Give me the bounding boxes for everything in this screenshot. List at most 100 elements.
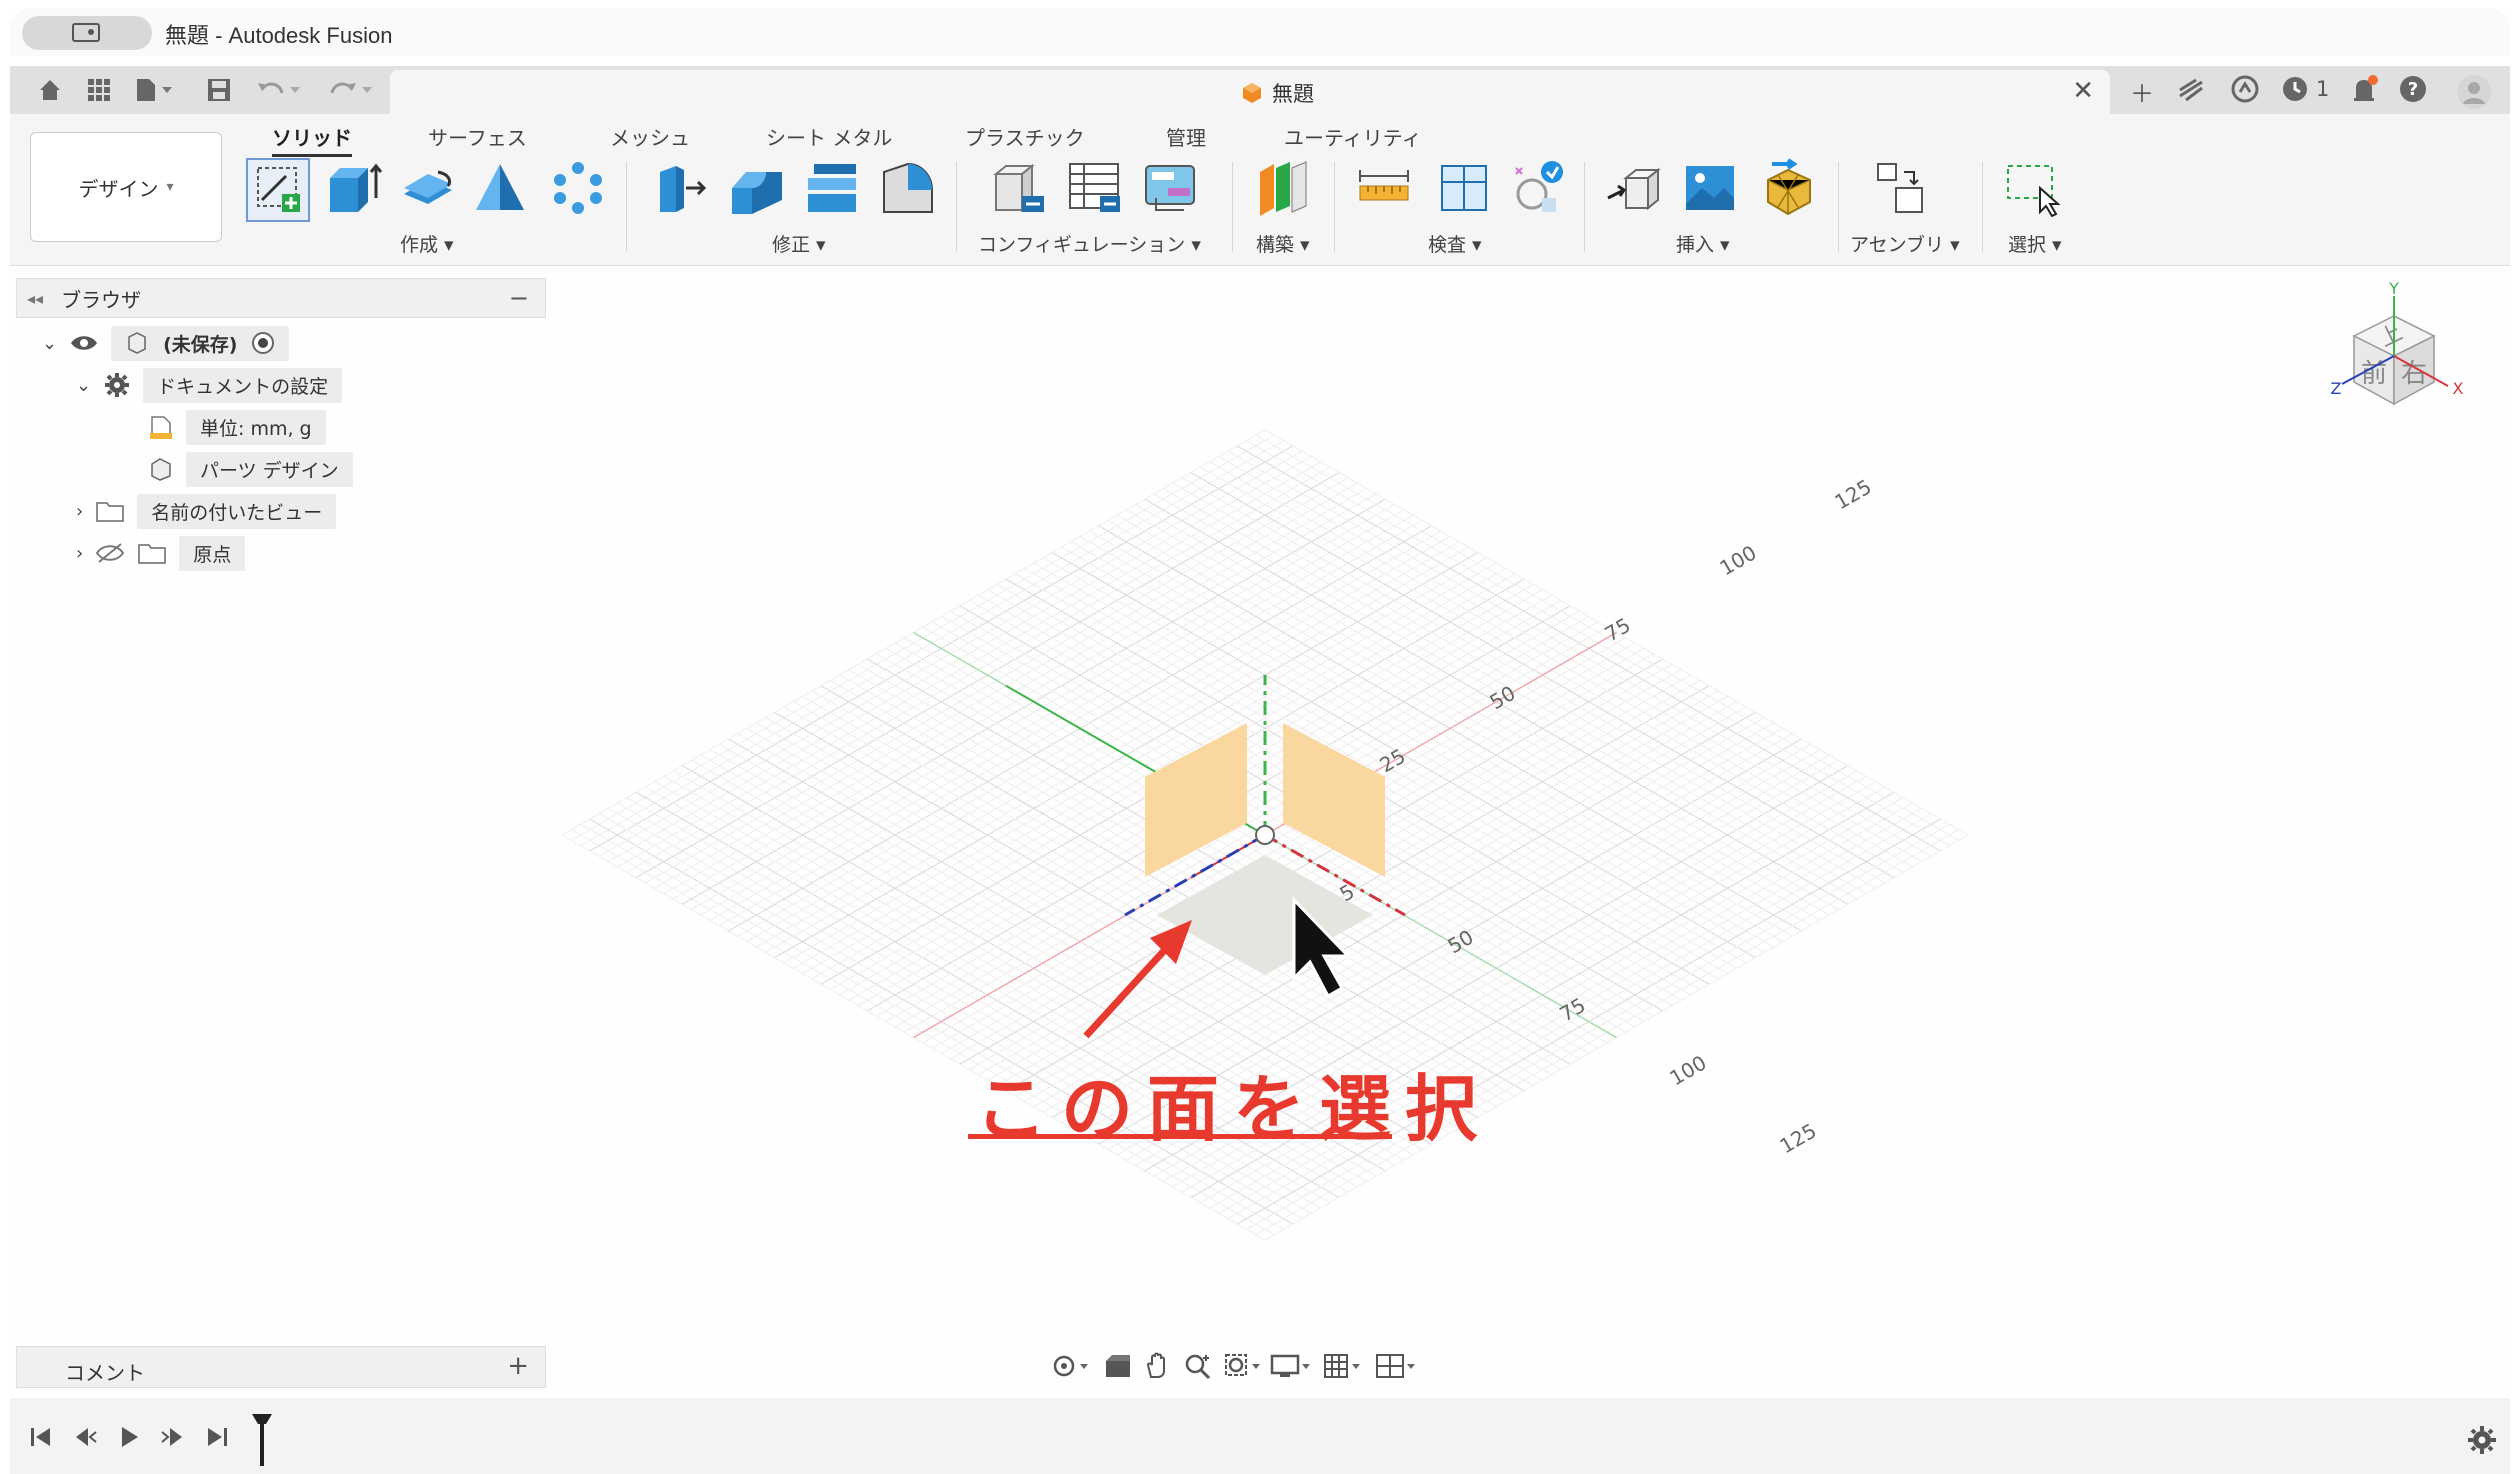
display-settings-icon[interactable] [1270,1351,1314,1381]
section-analysis-icon[interactable] [1434,158,1498,222]
inspect-group-dropdown[interactable]: 検査 ▾ [1428,230,1482,257]
loft-icon[interactable] [470,158,534,222]
ground-grid: 25507510012555075100125 [561,429,1969,1241]
insert-derive-icon[interactable] [1604,158,1668,222]
minimize-panel-icon[interactable]: − [509,284,529,312]
zoom-icon[interactable] [1182,1351,1214,1381]
tab-sheet-metal[interactable]: シート メタル [766,122,892,151]
press-pull-icon[interactable] [650,158,714,222]
orbit-icon[interactable] [1050,1351,1094,1381]
tab-manage[interactable]: 管理 [1166,122,1206,151]
browser-origin-node[interactable]: › 原点 [76,535,246,571]
tab-mesh[interactable]: メッシュ [610,122,690,151]
origin-point[interactable] [1255,825,1275,845]
measure-icon[interactable] [1354,158,1418,222]
insert-canvas-icon[interactable] [1680,158,1744,222]
comments-panel[interactable]: コメント + [16,1346,546,1388]
document-tab[interactable]: 無題 ✕ [390,70,2110,114]
hidden-eye-icon[interactable] [95,542,125,564]
root-component-node[interactable]: (未保存) [111,325,290,361]
new-component-icon[interactable] [1870,158,1934,222]
extensions-icon[interactable] [2176,74,2206,110]
select-icon[interactable] [2002,158,2066,222]
view-cube-right-label: 右 [2401,359,2427,389]
insert-group-dropdown[interactable]: 挿入 ▾ [1676,230,1730,257]
select-group-dropdown[interactable]: 選択 ▾ [2008,230,2062,257]
browser-design-type-node[interactable]: パーツ デザイン [148,451,353,487]
part-design-icon [151,458,171,481]
configuration-table-icon[interactable] [1064,158,1128,222]
extrude-icon[interactable] [322,158,386,222]
axis-y-label: Y [2388,282,2399,298]
tab-utilities[interactable]: ユーティリティ [1284,122,1422,151]
user-avatar[interactable] [2456,74,2492,116]
shell-icon[interactable] [802,158,866,222]
timeline-marker-icon[interactable] [250,1412,274,1472]
configuration-group-dropdown[interactable]: コンフィギュレーション ▾ [978,230,1201,257]
tab-plastic[interactable]: プラスチック [965,122,1085,151]
step-back-icon[interactable] [72,1424,98,1456]
offset-plane-icon[interactable] [1254,158,1318,222]
construct-group-dropdown[interactable]: 構築 ▾ [1256,230,1310,257]
home-icon[interactable] [36,76,64,104]
timeline-settings-gear-icon[interactable] [2466,1424,2498,1462]
go-to-end-icon[interactable] [204,1424,230,1456]
online-status-icon[interactable] [2230,74,2260,110]
canvas-viewport[interactable]: 25 50 75 100 125 5 50 75 100 125 [10,266,2510,1396]
tab-solid[interactable]: ソリッド [272,122,352,157]
browser-title: ブラウザ [61,287,142,312]
help-icon[interactable]: ? [2398,74,2428,110]
fillet-icon[interactable] [726,158,790,222]
undo-icon[interactable] [254,76,306,104]
chevron-down-icon[interactable]: ⌄ [42,333,57,354]
component-icon [128,332,146,354]
revolve-icon[interactable] [398,158,462,222]
view-cube[interactable]: 上 前 右 Y X Z [2330,279,2480,432]
configuration-rule-icon[interactable] [1140,158,1204,222]
close-tab-icon[interactable]: ✕ [2072,76,2094,106]
go-to-start-icon[interactable] [28,1424,54,1456]
interference-icon[interactable] [1506,158,1570,222]
add-comment-icon[interactable]: + [507,1351,529,1381]
browser-root-node[interactable]: ⌄ (未保存) [42,325,290,361]
data-panel-grid-icon[interactable] [86,76,112,104]
file-menu-icon[interactable] [134,76,178,104]
create-sketch-icon[interactable] [246,158,310,222]
look-at-icon[interactable] [1102,1351,1134,1381]
new-tab-icon[interactable]: ＋ [2130,74,2154,109]
ribbon-separator [1584,162,1585,252]
fit-icon[interactable] [1222,1351,1262,1381]
collapse-panel-icon[interactable]: ◂◂ [27,289,43,308]
y-axis-scale-label: 125 [1831,474,1876,514]
pattern-icon[interactable] [548,158,612,222]
activate-radio-icon[interactable] [251,331,275,355]
pan-hand-icon[interactable] [1142,1351,1174,1381]
save-icon[interactable] [206,76,232,104]
browser-units-node[interactable]: 単位: mm, g [148,409,326,445]
viewports-icon[interactable] [1374,1351,1418,1381]
visibility-eye-icon[interactable] [69,332,99,354]
grid-settings-icon[interactable] [1322,1351,1366,1381]
inspect-group-label: 検査 [1428,234,1467,256]
create-group-dropdown[interactable]: 作成 ▾ [400,230,454,257]
combine-icon[interactable] [878,158,942,222]
browser-named-views-node[interactable]: › 名前の付いたビュー [76,493,337,529]
window-switch-button[interactable] [22,16,152,50]
insert-mesh-icon[interactable] [1758,158,1822,222]
chevron-right-icon[interactable]: › [76,501,83,522]
modify-group-dropdown[interactable]: 修正 ▾ [772,230,826,257]
browser-panel-header[interactable]: ◂◂ ブラウザ − [16,278,546,318]
chevron-right-icon[interactable]: › [76,543,83,564]
step-forward-icon[interactable] [160,1424,186,1456]
gear-icon [105,373,130,397]
browser-doc-settings-node[interactable]: ⌄ ドキュメントの設定 [76,367,343,403]
assembly-group-dropdown[interactable]: アセンブリ ▾ [1850,230,1960,257]
notification-bell-icon[interactable] [2348,74,2380,112]
redo-icon[interactable] [326,76,378,104]
chevron-down-icon[interactable]: ⌄ [76,375,91,396]
job-status-button[interactable]: 1 [2280,74,2329,104]
workspace-dropdown[interactable]: デザイン ▾ [30,132,222,242]
play-icon[interactable] [116,1424,142,1456]
tab-surface[interactable]: サーフェス [428,122,527,151]
configure-body-icon[interactable] [988,158,1052,222]
